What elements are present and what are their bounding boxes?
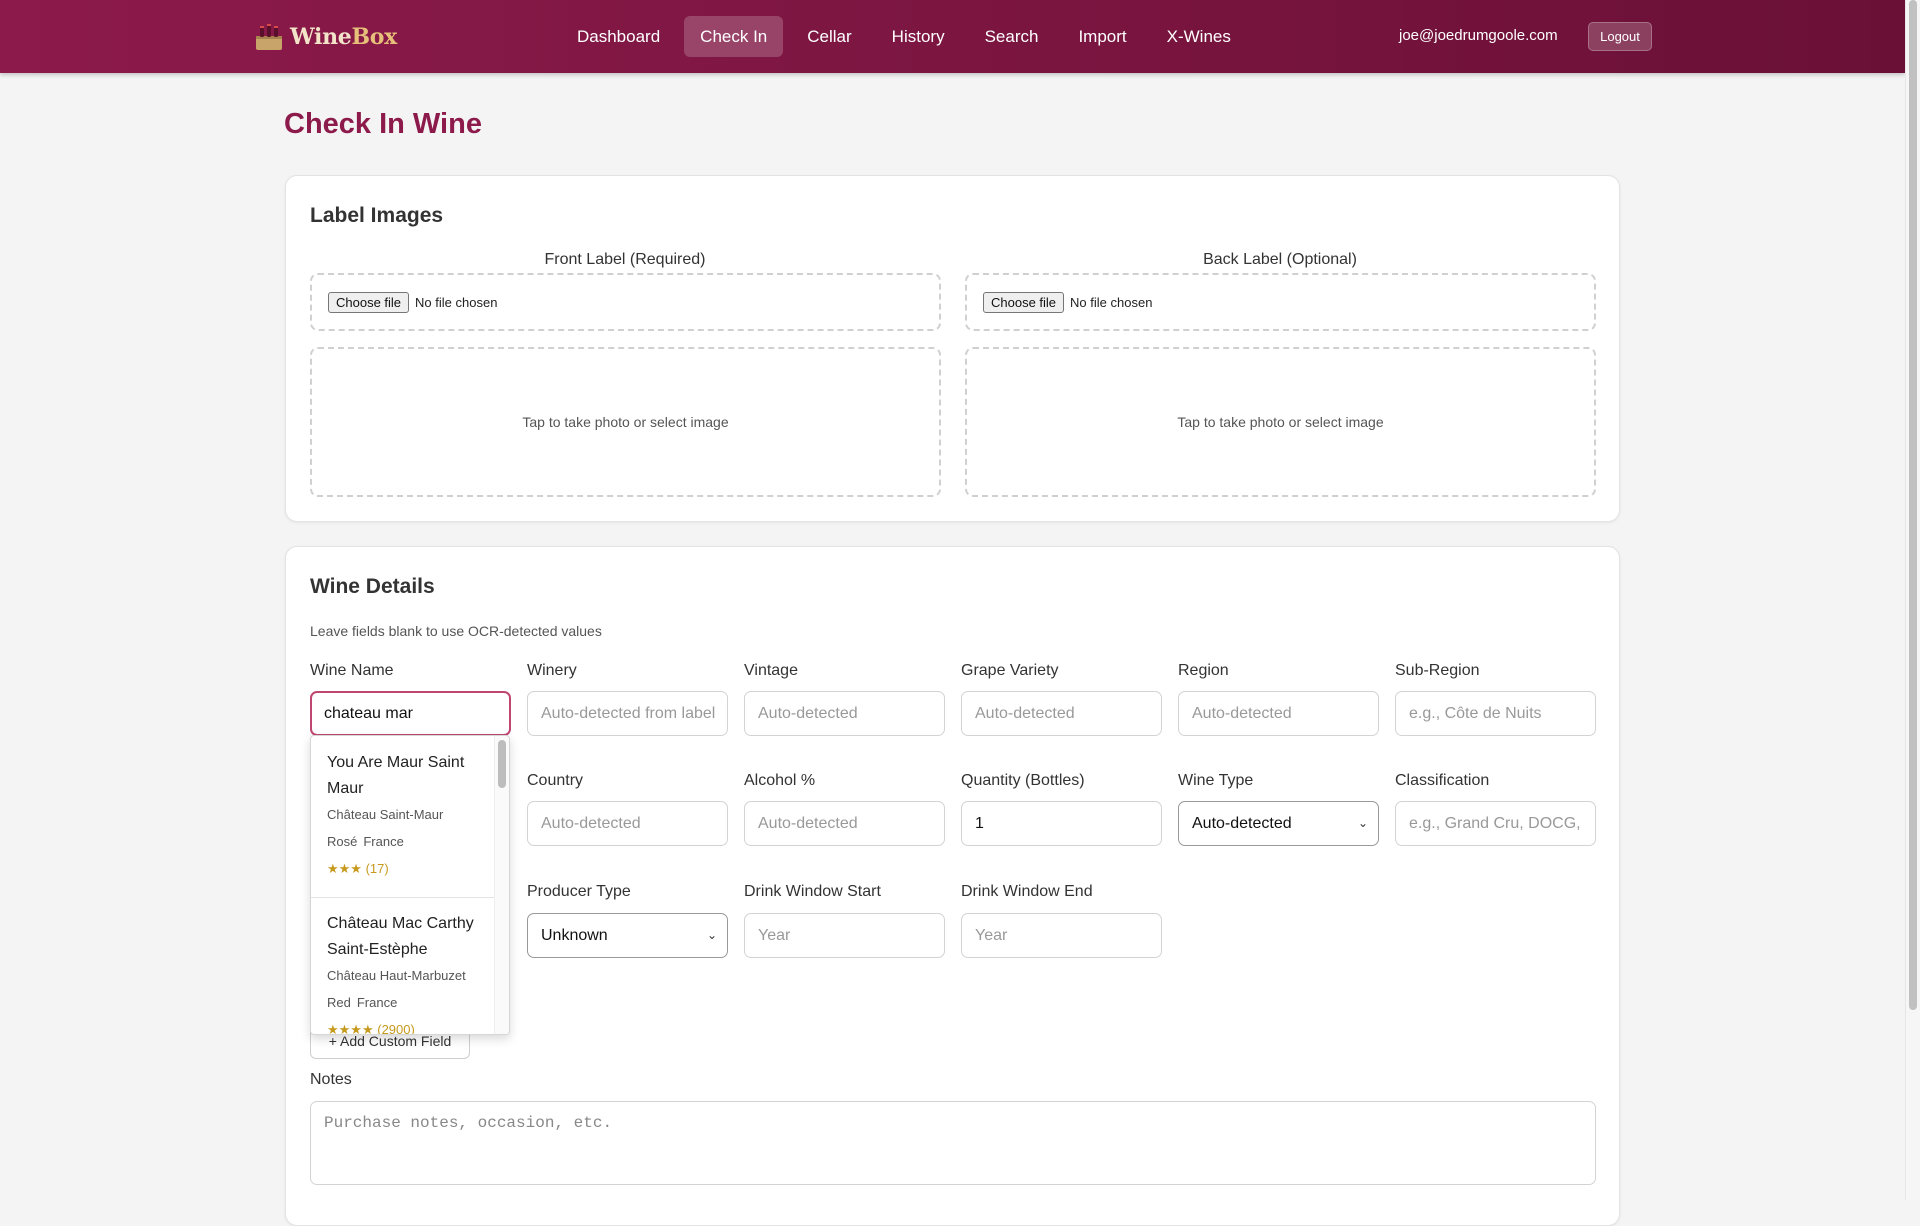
nav-import[interactable]: Import: [1062, 16, 1142, 57]
label-images-title: Label Images: [310, 204, 444, 227]
page-title: Check In Wine: [284, 108, 482, 140]
autocomplete-item-country: France: [356, 995, 398, 1010]
wine-details-title: Wine Details: [310, 575, 435, 598]
star-rating-icon: ★★★: [327, 861, 362, 876]
sub-region-label: Sub-Region: [1395, 662, 1480, 679]
autocomplete-item-producer: Château Saint-Maur: [327, 807, 444, 822]
back-photo-dropzone[interactable]: Tap to take photo or select image: [965, 347, 1596, 497]
grape-variety-label: Grape Variety: [961, 662, 1059, 679]
classification-label: Classification: [1395, 772, 1490, 789]
autocomplete-item-type: Rosé: [327, 834, 358, 849]
wine-name-input[interactable]: chateau mar: [310, 691, 511, 736]
chevron-down-icon: ⌄: [1357, 816, 1368, 830]
quantity-label: Quantity (Bottles): [961, 772, 1085, 789]
back-label-heading: Back Label (Optional): [1203, 251, 1357, 268]
front-label-heading: Front Label (Required): [544, 251, 706, 268]
winery-input[interactable]: Auto-detected from label: [527, 691, 728, 736]
top-navbar: WineBox Dashboard Check In Cellar Histor…: [0, 0, 1905, 73]
wine-name-autocomplete: You Are Maur Saint Maur Château Saint-Ma…: [310, 735, 510, 1035]
nav-check-in[interactable]: Check In: [684, 16, 784, 57]
back-choose-file-button[interactable]: Choose file: [983, 291, 1065, 313]
rating-count: (2900): [377, 1022, 415, 1035]
front-file-status: No file chosen: [415, 294, 498, 310]
notes-textarea[interactable]: Purchase notes, occasion, etc.: [310, 1101, 1596, 1185]
drink-window-end-label: Drink Window End: [961, 883, 1093, 900]
autocomplete-item[interactable]: Château Mac Carthy Saint-Estèphe Château…: [311, 911, 496, 1035]
back-file-input-box: Choose file No file chosen: [965, 273, 1596, 331]
vintage-input[interactable]: Auto-detected: [744, 691, 945, 736]
autocomplete-item-country: France: [363, 834, 404, 849]
front-file-input-box: Choose file No file chosen: [310, 273, 941, 331]
ocr-hint: Leave fields blank to use OCR-detected v…: [310, 623, 602, 639]
grape-variety-input[interactable]: Auto-detected: [961, 691, 1162, 736]
wine-name-label: Wine Name: [310, 662, 394, 679]
country-label: Country: [527, 772, 584, 789]
autocomplete-item-rating: ★★★ (17): [327, 861, 496, 877]
alcohol-label: Alcohol %: [744, 772, 816, 789]
region-input[interactable]: Auto-detected: [1178, 691, 1379, 736]
logout-button[interactable]: Logout: [1588, 22, 1652, 51]
front-dropzone-text: Tap to take photo or select image: [522, 414, 729, 430]
producer-type-value: Unknown: [541, 927, 608, 944]
nav-search[interactable]: Search: [969, 16, 1055, 57]
autocomplete-scrollbar-thumb[interactable]: [498, 740, 506, 788]
page-scrollbar-thumb[interactable]: [1909, 0, 1917, 1010]
brand-logo[interactable]: WineBox: [254, 20, 397, 54]
drink-window-end-input[interactable]: Year: [961, 913, 1162, 958]
autocomplete-item-meta: Rosé France: [327, 834, 496, 849]
region-label: Region: [1178, 662, 1229, 679]
nav-dashboard[interactable]: Dashboard: [561, 16, 676, 57]
sub-region-input[interactable]: e.g., Côte de Nuits: [1395, 691, 1596, 736]
drink-window-start-label: Drink Window Start: [744, 883, 881, 900]
chevron-down-icon: ⌄: [706, 928, 717, 942]
label-images-card: Label Images Front Label (Required) Choo…: [285, 175, 1620, 522]
star-rating-icon: ★★★★: [327, 1022, 374, 1035]
notes-label: Notes: [310, 1071, 352, 1088]
producer-type-label: Producer Type: [527, 883, 631, 900]
front-photo-dropzone[interactable]: Tap to take photo or select image: [310, 347, 941, 497]
user-email: joe@joedrumgoole.com: [1399, 27, 1558, 44]
main-nav: Dashboard Check In Cellar History Search…: [561, 16, 1255, 57]
producer-type-select[interactable]: Unknown ⌄: [527, 913, 728, 958]
wine-type-select[interactable]: Auto-detected ⌄: [1178, 801, 1379, 846]
back-dropzone-text: Tap to take photo or select image: [1177, 414, 1384, 430]
autocomplete-item-rating: ★★★★ (2900): [327, 1022, 496, 1035]
brand-name: WineBox: [290, 24, 397, 50]
quantity-input[interactable]: 1: [961, 801, 1162, 846]
autocomplete-divider: [311, 897, 496, 898]
wine-type-label: Wine Type: [1178, 772, 1254, 789]
vintage-label: Vintage: [744, 662, 798, 679]
wine-type-value: Auto-detected: [1192, 815, 1292, 832]
autocomplete-item-producer: Château Haut-Marbuzet: [327, 968, 466, 983]
nav-cellar[interactable]: Cellar: [791, 16, 867, 57]
winery-label: Winery: [527, 662, 577, 679]
autocomplete-item-name: You Are Maur Saint Maur: [327, 754, 465, 797]
country-input[interactable]: Auto-detected: [527, 801, 728, 846]
autocomplete-item[interactable]: You Are Maur Saint Maur Château Saint-Ma…: [311, 750, 496, 877]
front-choose-file-button[interactable]: Choose file: [328, 291, 410, 313]
alcohol-input[interactable]: Auto-detected: [744, 801, 945, 846]
drink-window-start-input[interactable]: Year: [744, 913, 945, 958]
rating-count: (17): [365, 861, 389, 876]
wine-crate-icon: [256, 24, 282, 50]
classification-input[interactable]: e.g., Grand Cru, DOCG,: [1395, 801, 1596, 846]
autocomplete-item-meta: Red France: [327, 995, 496, 1010]
nav-history[interactable]: History: [876, 16, 961, 57]
back-file-status: No file chosen: [1070, 294, 1153, 310]
autocomplete-item-type: Red: [327, 995, 351, 1010]
autocomplete-item-name: Château Mac Carthy Saint-Estèphe: [327, 915, 474, 958]
nav-x-wines[interactable]: X-Wines: [1151, 16, 1247, 57]
